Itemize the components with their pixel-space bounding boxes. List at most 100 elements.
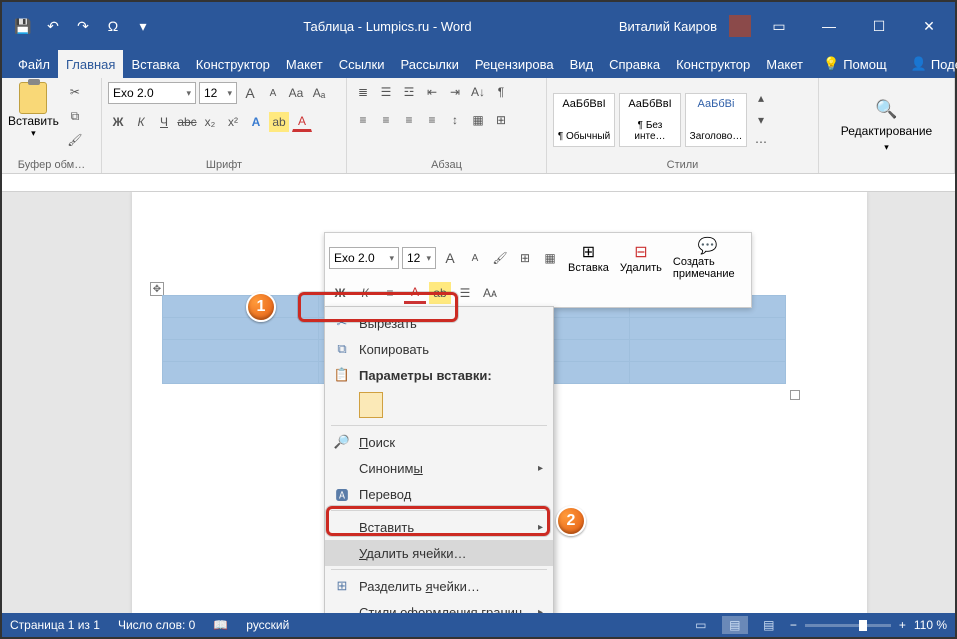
underline-button[interactable]: Ч [154, 112, 174, 132]
styles-scroll-up[interactable]: ▴ [751, 88, 771, 108]
mini-highlight[interactable]: ab [429, 282, 451, 304]
ctx-split-cells[interactable]: ⊞Разделить ячейки… [325, 573, 553, 599]
tab-table-design[interactable]: Конструктор [668, 50, 758, 78]
zoom-level[interactable]: 110 % [914, 618, 947, 632]
format-painter-button[interactable]: 🖌 [65, 130, 85, 150]
ctx-cut[interactable]: ✂Вырезать [325, 310, 553, 336]
tab-view[interactable]: Вид [562, 50, 602, 78]
avatar[interactable] [729, 15, 751, 37]
clear-format-button[interactable]: Aₐ [309, 83, 329, 103]
font-size-combo[interactable]: 12▾ [199, 82, 237, 104]
mini-grow-font[interactable]: A [439, 247, 461, 269]
mini-insert-button[interactable]: ⊞Вставка [564, 242, 613, 274]
italic-button[interactable]: К [131, 112, 151, 132]
change-case-button[interactable]: Aa [286, 83, 306, 103]
mini-styles[interactable]: Aᴀ [479, 282, 501, 304]
tab-layout[interactable]: Макет [278, 50, 331, 78]
share-button[interactable]: 👤Поделиться [899, 50, 957, 78]
borders-button[interactable]: ⊞ [491, 110, 511, 130]
view-read[interactable]: ▭ [688, 616, 714, 634]
save-button[interactable]: 💾 [10, 13, 36, 39]
ctx-copy[interactable]: ⧉Копировать [325, 336, 553, 362]
mini-font-color[interactable]: A [404, 282, 426, 304]
shrink-font-button[interactable]: A [263, 83, 283, 103]
undo-button[interactable]: ↶ [40, 13, 66, 39]
grow-font-button[interactable]: A [240, 83, 260, 103]
mini-delete-button[interactable]: ⊟Удалить [616, 242, 666, 274]
ruler[interactable] [2, 174, 955, 192]
cut-button[interactable]: ✂ [65, 82, 85, 102]
close-button[interactable]: ✕ [907, 2, 951, 50]
mini-align[interactable]: ≡ [379, 282, 401, 304]
mini-shrink-font[interactable]: A [464, 247, 486, 269]
style-no-spacing[interactable]: АаБбВвІ¶ Без инте… [619, 93, 681, 147]
mini-comment-button[interactable]: 💬Создать примечание [669, 236, 747, 280]
align-right-button[interactable]: ≡ [399, 110, 419, 130]
table-move-handle[interactable]: ✥ [150, 282, 164, 296]
show-marks-button[interactable]: ¶ [491, 82, 511, 102]
dec-indent-button[interactable]: ⇤ [422, 82, 442, 102]
highlight-button[interactable]: ab [269, 112, 289, 132]
ctx-synonyms[interactable]: Синонимы▸ [325, 455, 553, 481]
ctx-insert[interactable]: Вставить▸ [325, 514, 553, 540]
zoom-slider[interactable] [805, 624, 891, 627]
mini-size-combo[interactable]: 12▾ [402, 247, 436, 269]
redo-button[interactable]: ↷ [70, 13, 96, 39]
font-name-combo[interactable]: Exo 2.0▾ [108, 82, 196, 104]
styles-scroll-down[interactable]: ▾ [751, 110, 771, 130]
page[interactable]: ✥ Exo 2.0▾ 12▾ A A 🖌 ⊞ ▦ ⊞Вставка ⊟Удали… [132, 192, 867, 620]
table-resize-handle[interactable] [790, 390, 800, 400]
paste-button[interactable]: Вставить ▾ [8, 82, 59, 139]
ctx-translate[interactable]: 🅰Перевод [325, 481, 553, 507]
mini-italic[interactable]: К [354, 282, 376, 304]
mini-borders[interactable]: ⊞ [514, 247, 536, 269]
style-normal[interactable]: АаБбВвІ¶ Обычный [553, 93, 615, 147]
zoom-in-button[interactable]: + [899, 618, 906, 632]
tab-file[interactable]: Файл [10, 50, 58, 78]
maximize-button[interactable]: ☐ [857, 2, 901, 50]
sort-button[interactable]: A↓ [468, 82, 488, 102]
editing-dropdown[interactable]: 🔍 Редактирование ▾ [841, 99, 932, 153]
document-area[interactable]: ✥ Exo 2.0▾ 12▾ A A 🖌 ⊞ ▦ ⊞Вставка ⊟Удали… [2, 192, 955, 620]
tab-table-layout[interactable]: Макет [758, 50, 811, 78]
symbol-button[interactable]: Ω [100, 13, 126, 39]
shading-button[interactable]: ▦ [468, 110, 488, 130]
ctx-search[interactable]: 🔎Поиск [325, 429, 553, 455]
user-name[interactable]: Виталий Каиров [619, 19, 723, 34]
minimize-button[interactable]: — [807, 2, 851, 50]
status-proofing-icon[interactable]: 📖 [213, 618, 228, 632]
bold-button[interactable]: Ж [108, 112, 128, 132]
zoom-out-button[interactable]: − [790, 618, 797, 632]
status-language[interactable]: русский [246, 618, 289, 632]
justify-button[interactable]: ≡ [422, 110, 442, 130]
align-center-button[interactable]: ≡ [376, 110, 396, 130]
multilevel-button[interactable]: ☲ [399, 82, 419, 102]
view-print[interactable]: ▤ [722, 616, 748, 634]
subscript-button[interactable]: x₂ [200, 112, 220, 132]
bullets-button[interactable]: ≣ [353, 82, 373, 102]
ctx-delete-cells[interactable]: Удалить ячейки… [325, 540, 553, 566]
styles-more[interactable]: ⋯ [751, 132, 771, 152]
tab-mailings[interactable]: Рассылки [392, 50, 466, 78]
mini-font-combo[interactable]: Exo 2.0▾ [329, 247, 399, 269]
inc-indent-button[interactable]: ⇥ [445, 82, 465, 102]
mini-bold[interactable]: Ж [329, 282, 351, 304]
copy-button[interactable]: ⧉ [65, 106, 85, 126]
qat-more[interactable]: ▾ [130, 13, 156, 39]
view-web[interactable]: ▤ [756, 616, 782, 634]
line-spacing-button[interactable]: ↕ [445, 110, 465, 130]
strike-button[interactable]: abc [177, 112, 197, 132]
tab-insert[interactable]: Вставка [123, 50, 187, 78]
paste-option-nest[interactable] [359, 392, 383, 418]
style-heading1[interactable]: АаБбВіЗаголово… [685, 93, 747, 147]
superscript-button[interactable]: x² [223, 112, 243, 132]
tell-me[interactable]: 💡Помощ [811, 50, 899, 78]
numbering-button[interactable]: ☰ [376, 82, 396, 102]
align-left-button[interactable]: ≡ [353, 110, 373, 130]
mini-bullets[interactable]: ☰ [454, 282, 476, 304]
tab-design[interactable]: Конструктор [188, 50, 278, 78]
tab-review[interactable]: Рецензирова [467, 50, 562, 78]
ribbon-display-options[interactable]: ▭ [757, 2, 801, 50]
tab-help[interactable]: Справка [601, 50, 668, 78]
tab-home[interactable]: Главная [58, 50, 123, 78]
